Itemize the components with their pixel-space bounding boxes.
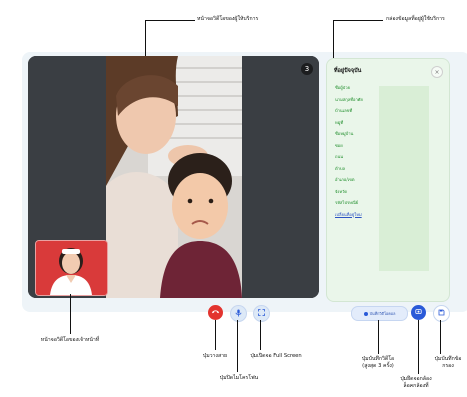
staff-self-view[interactable] [35, 240, 108, 296]
address-field-list: ชื่อผู้ป่วย นามสกุลที่อาศัย บ้านเลขที่ ห… [335, 84, 363, 222]
annotation-line [378, 320, 379, 354]
hangup-button[interactable] [208, 305, 223, 320]
panel-title: ที่อยู่ปัจจุบัน [334, 68, 362, 74]
record-video-button[interactable]: บันทึกวิดีโอคอล [351, 306, 408, 321]
annotation-record-sub: (สูงสุด 3 ครั้ง) [362, 363, 394, 370]
fullscreen-button[interactable] [253, 305, 270, 322]
annotation-line [333, 20, 383, 21]
annotation-line [418, 320, 419, 374]
annotation-camera-title: ปุ่มยึดจอกล้อง [400, 376, 432, 382]
annotation-save-sub: กรอง [442, 363, 454, 370]
staff-avatar-image [36, 241, 107, 295]
field-label: จังหวัด [335, 188, 348, 194]
save-info-button[interactable] [433, 305, 450, 322]
mic-button[interactable] [230, 305, 247, 322]
annotation-mic: ปุ่มปิดไมโครโฟน [219, 375, 259, 381]
field-label: อำเภอ/เขต [335, 177, 355, 182]
field-label: ชื่อผู้ป่วย [335, 85, 350, 90]
annotation-camera: ปุ่มยึดจอกล้อง ล็อคกล้องที่ [400, 376, 431, 390]
camera-switch-icon [415, 308, 422, 317]
annotation-record-title: ปุ่มบันทึกวิดีโอ [361, 356, 395, 362]
record-icon [363, 311, 368, 316]
annotation-save: ปุ่มบันทึกข้อ กรอง [435, 356, 462, 370]
annotation-line [440, 320, 441, 354]
field-label: นามสกุลที่อาศัย [335, 96, 363, 102]
annotation-line [145, 20, 146, 56]
camera-switch-button[interactable] [411, 305, 426, 320]
badge-count: 3 [304, 65, 310, 73]
field-label: หมู่ที่ [335, 119, 344, 125]
annotation-info-box: กล่องข้อมูลที่อยู่ผู้ใช้บริการ [386, 16, 445, 22]
annotation-line [215, 320, 216, 350]
address-info-panel: ที่อยู่ปัจจุบัน × ชื่อผู้ป่วย นามสกุลที่… [326, 58, 450, 302]
change-address-link[interactable]: เปลี่ยนที่อยู่ใหม่ [335, 211, 363, 223]
annotation-line [237, 320, 238, 372]
annotation-line [145, 20, 195, 21]
field-label: ถนน [335, 154, 344, 159]
annotation-line [333, 20, 334, 58]
save-icon [438, 309, 445, 318]
mic-icon [235, 309, 242, 319]
field-label: ตำบล [335, 165, 346, 171]
participant-count-badge: 3 [301, 63, 313, 75]
annotation-camera-sub: ล็อคกล้องที่ [403, 383, 429, 390]
field-label: ชื่อหมู่บ้าน [335, 131, 354, 136]
annotation-save-title: ปุ่มบันทึกข้อ [434, 356, 462, 362]
field-label: บ้านเลขที่ [335, 108, 353, 113]
annotation-provider-video: หน้าจอวิดีโอของผู้ให้บริการ [197, 16, 259, 22]
annotation-hangup: ปุ่มวางสาย [202, 353, 228, 359]
annotation-line [70, 294, 71, 334]
fullscreen-icon [258, 309, 265, 318]
annotation-line [260, 320, 261, 350]
field-label: ซอย [335, 142, 343, 148]
panel-close-button[interactable]: × [431, 66, 443, 78]
annotation-fullscreen: ปุ่มเปิดจอ Full Screen [250, 353, 302, 359]
close-icon: × [434, 68, 440, 76]
phone-hangup-icon [211, 307, 220, 318]
address-preview-area [379, 86, 429, 271]
annotation-record: ปุ่มบันทึกวิดีโอ (สูงสุด 3 ครั้ง) [362, 356, 394, 370]
annotation-staff-video: หน้าจอวิดีโอของเจ้าหน้าที่ [40, 337, 100, 343]
field-label: รหัสไปรษณีย์ [335, 200, 359, 205]
record-label: บันทึกวิดีโอคอล [369, 310, 396, 316]
